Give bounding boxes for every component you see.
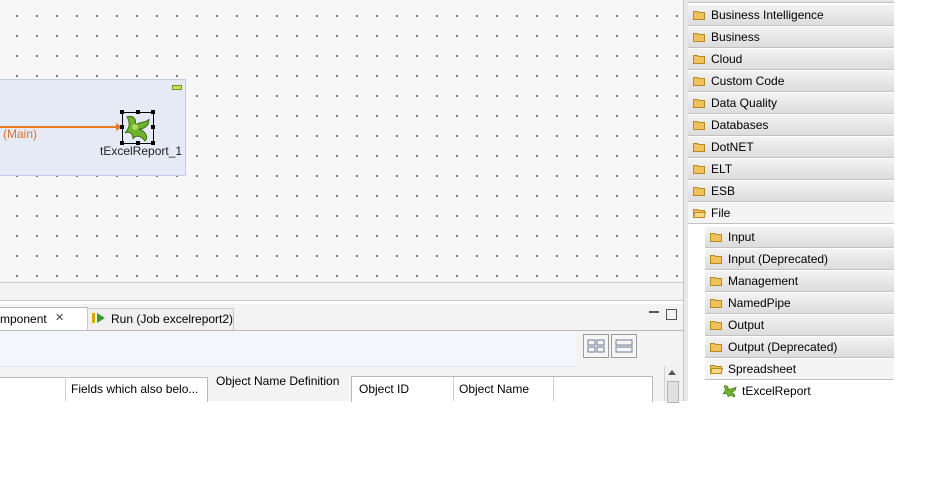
selection-handle[interactable] [151,125,155,129]
palette-subcategory-label: Input [728,230,755,244]
folder-icon [710,342,723,352]
folder-icon [693,208,706,218]
column-header-object-name[interactable]: Object Name [459,382,529,396]
palette-category-label: Databases [711,118,769,132]
palette-subcategory-label: Input (Deprecated) [728,252,829,266]
palette-subcategory-input[interactable]: Input [705,226,894,248]
scroll-thumb[interactable] [667,381,679,403]
palette-component-label[interactable]: tExcelReport [742,384,811,398]
maximize-icon[interactable] [666,309,677,320]
component-name-label[interactable]: tExcelReport_1 [100,144,182,158]
column-header-object-id[interactable]: Object ID [359,382,409,396]
palette-subcategory-label: NamedPipe [728,296,791,310]
tab-run-label[interactable]: Run (Job excelreport2) [111,312,233,326]
folder-icon [710,232,723,242]
folder-icon [693,10,706,20]
palette-category-business[interactable]: Business [688,26,894,48]
folder-icon [693,164,706,174]
palette-category-esb[interactable]: ESB [688,180,894,202]
palette-category-dotnet[interactable]: DotNET [688,136,894,158]
palette-category-cloud[interactable]: Cloud [688,48,894,70]
flow-label[interactable]: 1 (Main) [0,127,37,141]
table-view-button[interactable] [583,334,609,358]
palette-subcategory-spreadsheet[interactable]: Spreadsheet [705,358,894,380]
object-name-definition-label: Object Name Definition [216,374,340,388]
palette-category-custom-code[interactable]: Custom Code [688,70,894,92]
palette-category-label: Custom Code [711,74,785,88]
palette-category-elt[interactable]: ELT [688,158,894,180]
folder-icon [693,76,706,86]
scroll-up-icon[interactable] [668,370,676,375]
excel-report-icon [722,384,738,398]
folder-icon [710,254,723,264]
excel-report-icon [124,116,150,142]
palette-category-label: Cloud [711,52,743,66]
palette-category-label: DotNET [711,140,754,154]
palette-subcategory-label: Management [728,274,799,288]
selection-handle[interactable] [120,125,124,129]
folder-icon [693,98,706,108]
palette-subcategory-management[interactable]: Management [705,270,894,292]
folder-icon [710,276,723,286]
palette-category-label: File [711,206,731,220]
palette-category-label: Business [711,30,760,44]
palette-subcategory-output-deprecated-[interactable]: Output (Deprecated) [705,336,894,358]
column-divider [65,377,66,401]
folder-icon [710,364,723,374]
palette-subcategory-namedpipe[interactable]: NamedPipe [705,292,894,314]
palette-category-label: Data Quality [711,96,778,110]
folder-icon [693,120,706,130]
close-icon[interactable]: ✕ [55,311,64,324]
palette-category-label: Business Intelligence [711,8,824,22]
panel-header [0,331,576,367]
folder-icon [693,186,706,196]
palette-category-file[interactable]: File [688,202,894,224]
column-divider [453,377,454,401]
folder-icon [710,298,723,308]
palette-category-business-intelligence[interactable]: Business Intelligence [688,4,894,26]
minimize-icon[interactable] [649,311,659,313]
canvas-horizontal-scrollbar[interactable] [0,282,683,301]
subjob-collapse-button[interactable] [172,85,182,90]
folder-icon [710,320,723,330]
folder-icon [693,142,706,152]
tab-component-label[interactable]: mponent [0,312,47,326]
palette-category-databases[interactable]: Databases [688,114,894,136]
palette-subcategory-label: Spreadsheet [728,362,797,376]
selection-handle[interactable] [136,110,140,114]
palette-category-label: ESB [711,184,736,198]
list-view-button[interactable] [611,334,637,358]
run-icon [92,312,106,324]
folder-icon [693,54,706,64]
selection-handle[interactable] [151,110,155,114]
palette-subcategory-label: Output (Deprecated) [728,340,838,354]
texcelreport-component[interactable] [122,112,154,144]
palette-category-data-quality[interactable]: Data Quality [688,92,894,114]
palette-subcategory-output[interactable]: Output [705,314,894,336]
selection-handle[interactable] [120,110,124,114]
palette-subcategory-input-deprecated-[interactable]: Input (Deprecated) [705,248,894,270]
palette-top-edge [688,0,894,3]
palette-category-label: ELT [711,162,733,176]
palette-subcategory-label: Output [728,318,765,332]
folder-icon [693,32,706,42]
column-divider [553,377,554,401]
column-header[interactable]: Fields which also belo... [71,382,198,396]
